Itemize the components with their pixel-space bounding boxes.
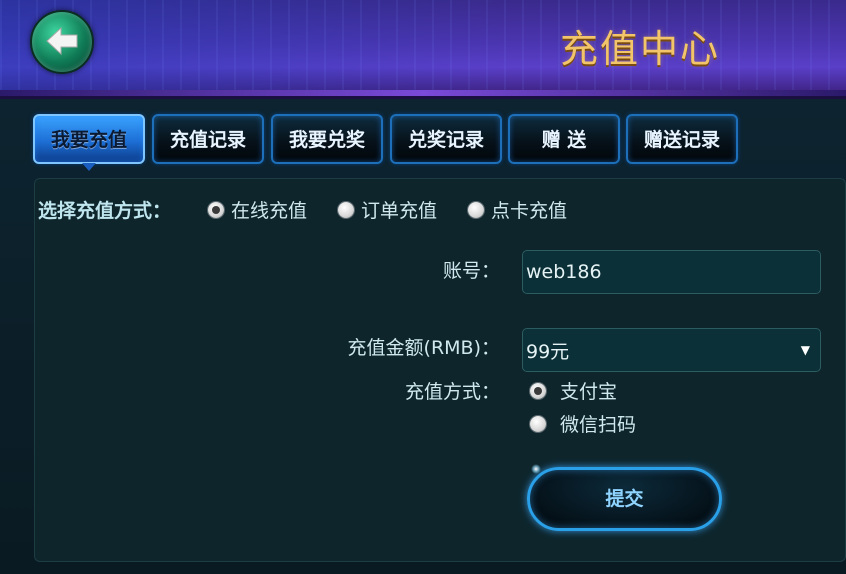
radio-wechat-scan[interactable] [530, 416, 546, 432]
radio-card-recharge[interactable] [468, 202, 484, 218]
amount-label: 充值金额(RMB)： [347, 337, 500, 359]
page-title: 充值中心 [560, 27, 721, 71]
radio-card-recharge-label: 点卡充值 [491, 200, 568, 222]
radio-alipay-label: 支付宝 [560, 381, 618, 403]
radio-online-recharge-label: 在线充值 [231, 200, 308, 222]
account-value: web186 [526, 261, 602, 283]
radio-order-recharge[interactable] [338, 202, 354, 218]
account-label: 账号： [442, 260, 500, 282]
tab-gift-history[interactable]: 赠送记录 [626, 114, 738, 164]
header-stripe [0, 90, 846, 96]
back-button[interactable] [30, 10, 94, 74]
pay-method-label: 充值方式： [404, 381, 500, 403]
recharge-method-label: 选择充值方式： [38, 200, 172, 222]
radio-online-recharge[interactable] [208, 202, 224, 218]
header-bar: 充值中心 [0, 0, 846, 99]
tab-recharge-history[interactable]: 充值记录 [152, 114, 264, 164]
account-input[interactable]: web186 [522, 250, 821, 294]
triangle-down-icon: ▼ [800, 343, 810, 357]
amount-value: 99元 [526, 341, 570, 363]
radio-wechat-scan-label: 微信扫码 [560, 414, 637, 436]
radio-alipay[interactable] [530, 383, 546, 399]
arrow-left-icon [46, 26, 78, 56]
radio-order-recharge-label: 订单充值 [361, 200, 438, 222]
sparkle-decoration [531, 464, 541, 474]
tab-recharge[interactable]: 我要充值 [33, 114, 145, 171]
tab-redeem-history[interactable]: 兑奖记录 [390, 114, 502, 164]
amount-select[interactable]: 99元 ▼ [522, 328, 821, 372]
tab-redeem[interactable]: 我要兑奖 [271, 114, 383, 164]
tab-gift[interactable]: 赠 送 [508, 114, 620, 164]
submit-button[interactable]: 提交 [527, 467, 722, 531]
